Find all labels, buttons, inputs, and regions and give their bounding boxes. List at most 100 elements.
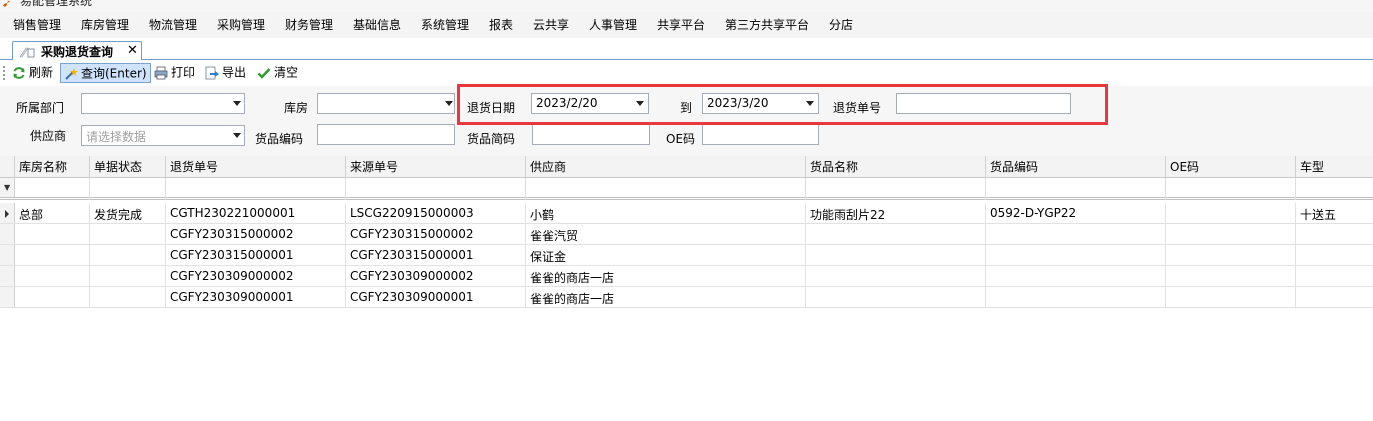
row-indicator[interactable]: [0, 224, 15, 244]
cell-car-model[interactable]: [1296, 245, 1373, 266]
cell-warehouse-name[interactable]: [15, 287, 90, 308]
column-header-warehouse-name[interactable]: 库房名称: [15, 156, 90, 178]
cell-source-no[interactable]: CGFY230315000001: [346, 245, 526, 266]
table-row[interactable]: CGFY230309000001 CGFY230309000001 雀雀的商店一…: [0, 287, 1373, 308]
row-indicator[interactable]: [0, 266, 15, 286]
cell-supplier[interactable]: 雀雀的商店一店: [526, 266, 806, 287]
cell-oe-code[interactable]: [1166, 245, 1296, 266]
filter-cell[interactable]: [346, 178, 526, 200]
menu-warehouse[interactable]: 库房管理: [81, 18, 129, 32]
cell-warehouse-name[interactable]: 总部: [15, 203, 90, 224]
query-button[interactable]: 查询(Enter): [60, 63, 151, 83]
return-no-input[interactable]: [896, 93, 1071, 114]
filter-cell[interactable]: [806, 178, 986, 200]
cell-product-code[interactable]: 0592-D-YGP22: [986, 203, 1166, 224]
date-to-dropdown-chevron-icon[interactable]: [806, 101, 814, 106]
column-header-product-name[interactable]: 货品名称: [806, 156, 986, 178]
table-row[interactable]: CGFY230315000001 CGFY230315000001 保证金: [0, 245, 1373, 266]
cell-warehouse-name[interactable]: [15, 224, 90, 245]
cell-doc-status[interactable]: [90, 245, 166, 266]
cell-oe-code[interactable]: [1166, 203, 1296, 224]
department-select[interactable]: [81, 93, 245, 114]
supplier-dropdown-chevron-icon[interactable]: [233, 133, 241, 138]
cell-doc-status[interactable]: [90, 287, 166, 308]
cell-warehouse-name[interactable]: [15, 266, 90, 287]
cell-product-name[interactable]: [806, 287, 986, 308]
cell-product-name[interactable]: 功能雨刮片22: [806, 203, 986, 224]
cell-supplier[interactable]: 雀雀汽贸: [526, 224, 806, 245]
cell-doc-status[interactable]: [90, 224, 166, 245]
cell-supplier[interactable]: 小鹤: [526, 203, 806, 224]
cell-source-no[interactable]: LSCG220915000003: [346, 203, 526, 224]
filter-cell[interactable]: [15, 178, 90, 200]
filter-cell[interactable]: [1296, 178, 1373, 200]
oe-code-input[interactable]: [702, 124, 819, 145]
cell-warehouse-name[interactable]: [15, 245, 90, 266]
menu-cloud-share[interactable]: 云共享: [533, 18, 569, 32]
row-indicator[interactable]: [0, 287, 15, 307]
table-row[interactable]: CGFY230309000002 CGFY230309000002 雀雀的商店一…: [0, 266, 1373, 287]
filter-cell[interactable]: [526, 178, 806, 200]
cell-product-name[interactable]: [806, 245, 986, 266]
supplier-select[interactable]: 请选择数据: [81, 125, 245, 146]
cell-oe-code[interactable]: [1166, 224, 1296, 245]
filter-cell[interactable]: [166, 178, 346, 200]
menu-reports[interactable]: 报表: [489, 18, 513, 32]
table-row[interactable]: CGFY230315000002 CGFY230315000002 雀雀汽贸: [0, 224, 1373, 245]
column-header-return-no[interactable]: 退货单号: [166, 156, 346, 178]
cell-product-code[interactable]: [986, 287, 1166, 308]
row-indicator[interactable]: [0, 245, 15, 265]
cell-return-no[interactable]: CGFY230309000001: [166, 287, 346, 308]
print-button[interactable]: 打印: [151, 63, 198, 83]
department-dropdown-chevron-icon[interactable]: [233, 101, 241, 106]
menu-logistics[interactable]: 物流管理: [149, 18, 197, 32]
menu-purchase[interactable]: 采购管理: [217, 18, 265, 32]
cell-product-name[interactable]: [806, 224, 986, 245]
cell-doc-status[interactable]: [90, 266, 166, 287]
filter-cell[interactable]: [1166, 178, 1296, 200]
cell-oe-code[interactable]: [1166, 266, 1296, 287]
cell-return-no[interactable]: CGFY230309000002: [166, 266, 346, 287]
menu-share-platform[interactable]: 共享平台: [657, 18, 705, 32]
cell-product-code[interactable]: [986, 266, 1166, 287]
filter-cell[interactable]: [986, 178, 1166, 200]
column-header-supplier[interactable]: 供应商: [526, 156, 806, 178]
cell-return-no[interactable]: CGFY230315000001: [166, 245, 346, 266]
menu-third-party-platform[interactable]: 第三方共享平台: [725, 18, 809, 32]
menu-hr[interactable]: 人事管理: [589, 18, 637, 32]
cell-source-no[interactable]: CGFY230315000002: [346, 224, 526, 245]
column-header-doc-status[interactable]: 单据状态: [90, 156, 166, 178]
warehouse-dropdown-chevron-icon[interactable]: [445, 101, 453, 106]
product-short-code-input[interactable]: [532, 124, 650, 145]
menu-finance[interactable]: 财务管理: [285, 18, 333, 32]
cell-return-no[interactable]: CGFY230315000002: [166, 224, 346, 245]
tab-purchase-return-query[interactable]: 采购退货查询 ✕: [12, 41, 142, 61]
column-header-source-no[interactable]: 来源单号: [346, 156, 526, 178]
column-header-car-model[interactable]: 车型: [1296, 156, 1373, 178]
warehouse-select[interactable]: [317, 93, 455, 114]
return-date-from-picker[interactable]: 2023/2/20: [531, 93, 649, 114]
filter-cell[interactable]: [90, 178, 166, 200]
row-indicator[interactable]: [0, 203, 15, 223]
cell-car-model[interactable]: [1296, 266, 1373, 287]
menu-system[interactable]: 系统管理: [421, 18, 469, 32]
cell-product-name[interactable]: [806, 266, 986, 287]
menu-sales[interactable]: 销售管理: [13, 18, 61, 32]
cell-doc-status[interactable]: 发货完成: [90, 203, 166, 224]
close-icon[interactable]: ✕: [127, 44, 138, 58]
product-code-input[interactable]: [317, 124, 455, 145]
cell-car-model[interactable]: [1296, 287, 1373, 308]
menu-basic-info[interactable]: 基础信息: [353, 18, 401, 32]
export-button[interactable]: 导出: [202, 63, 249, 83]
cell-source-no[interactable]: CGFY230309000002: [346, 266, 526, 287]
refresh-button[interactable]: 刷新: [9, 63, 56, 83]
cell-product-code[interactable]: [986, 245, 1166, 266]
cell-source-no[interactable]: CGFY230309000001: [346, 287, 526, 308]
cell-car-model[interactable]: 十送五: [1296, 203, 1373, 224]
toolbar-grip-icon[interactable]: [3, 66, 5, 80]
menu-branch[interactable]: 分店: [829, 18, 853, 32]
cell-oe-code[interactable]: [1166, 287, 1296, 308]
cell-supplier[interactable]: 保证金: [526, 245, 806, 266]
cell-car-model[interactable]: [1296, 224, 1373, 245]
clear-button[interactable]: 清空: [254, 63, 301, 83]
